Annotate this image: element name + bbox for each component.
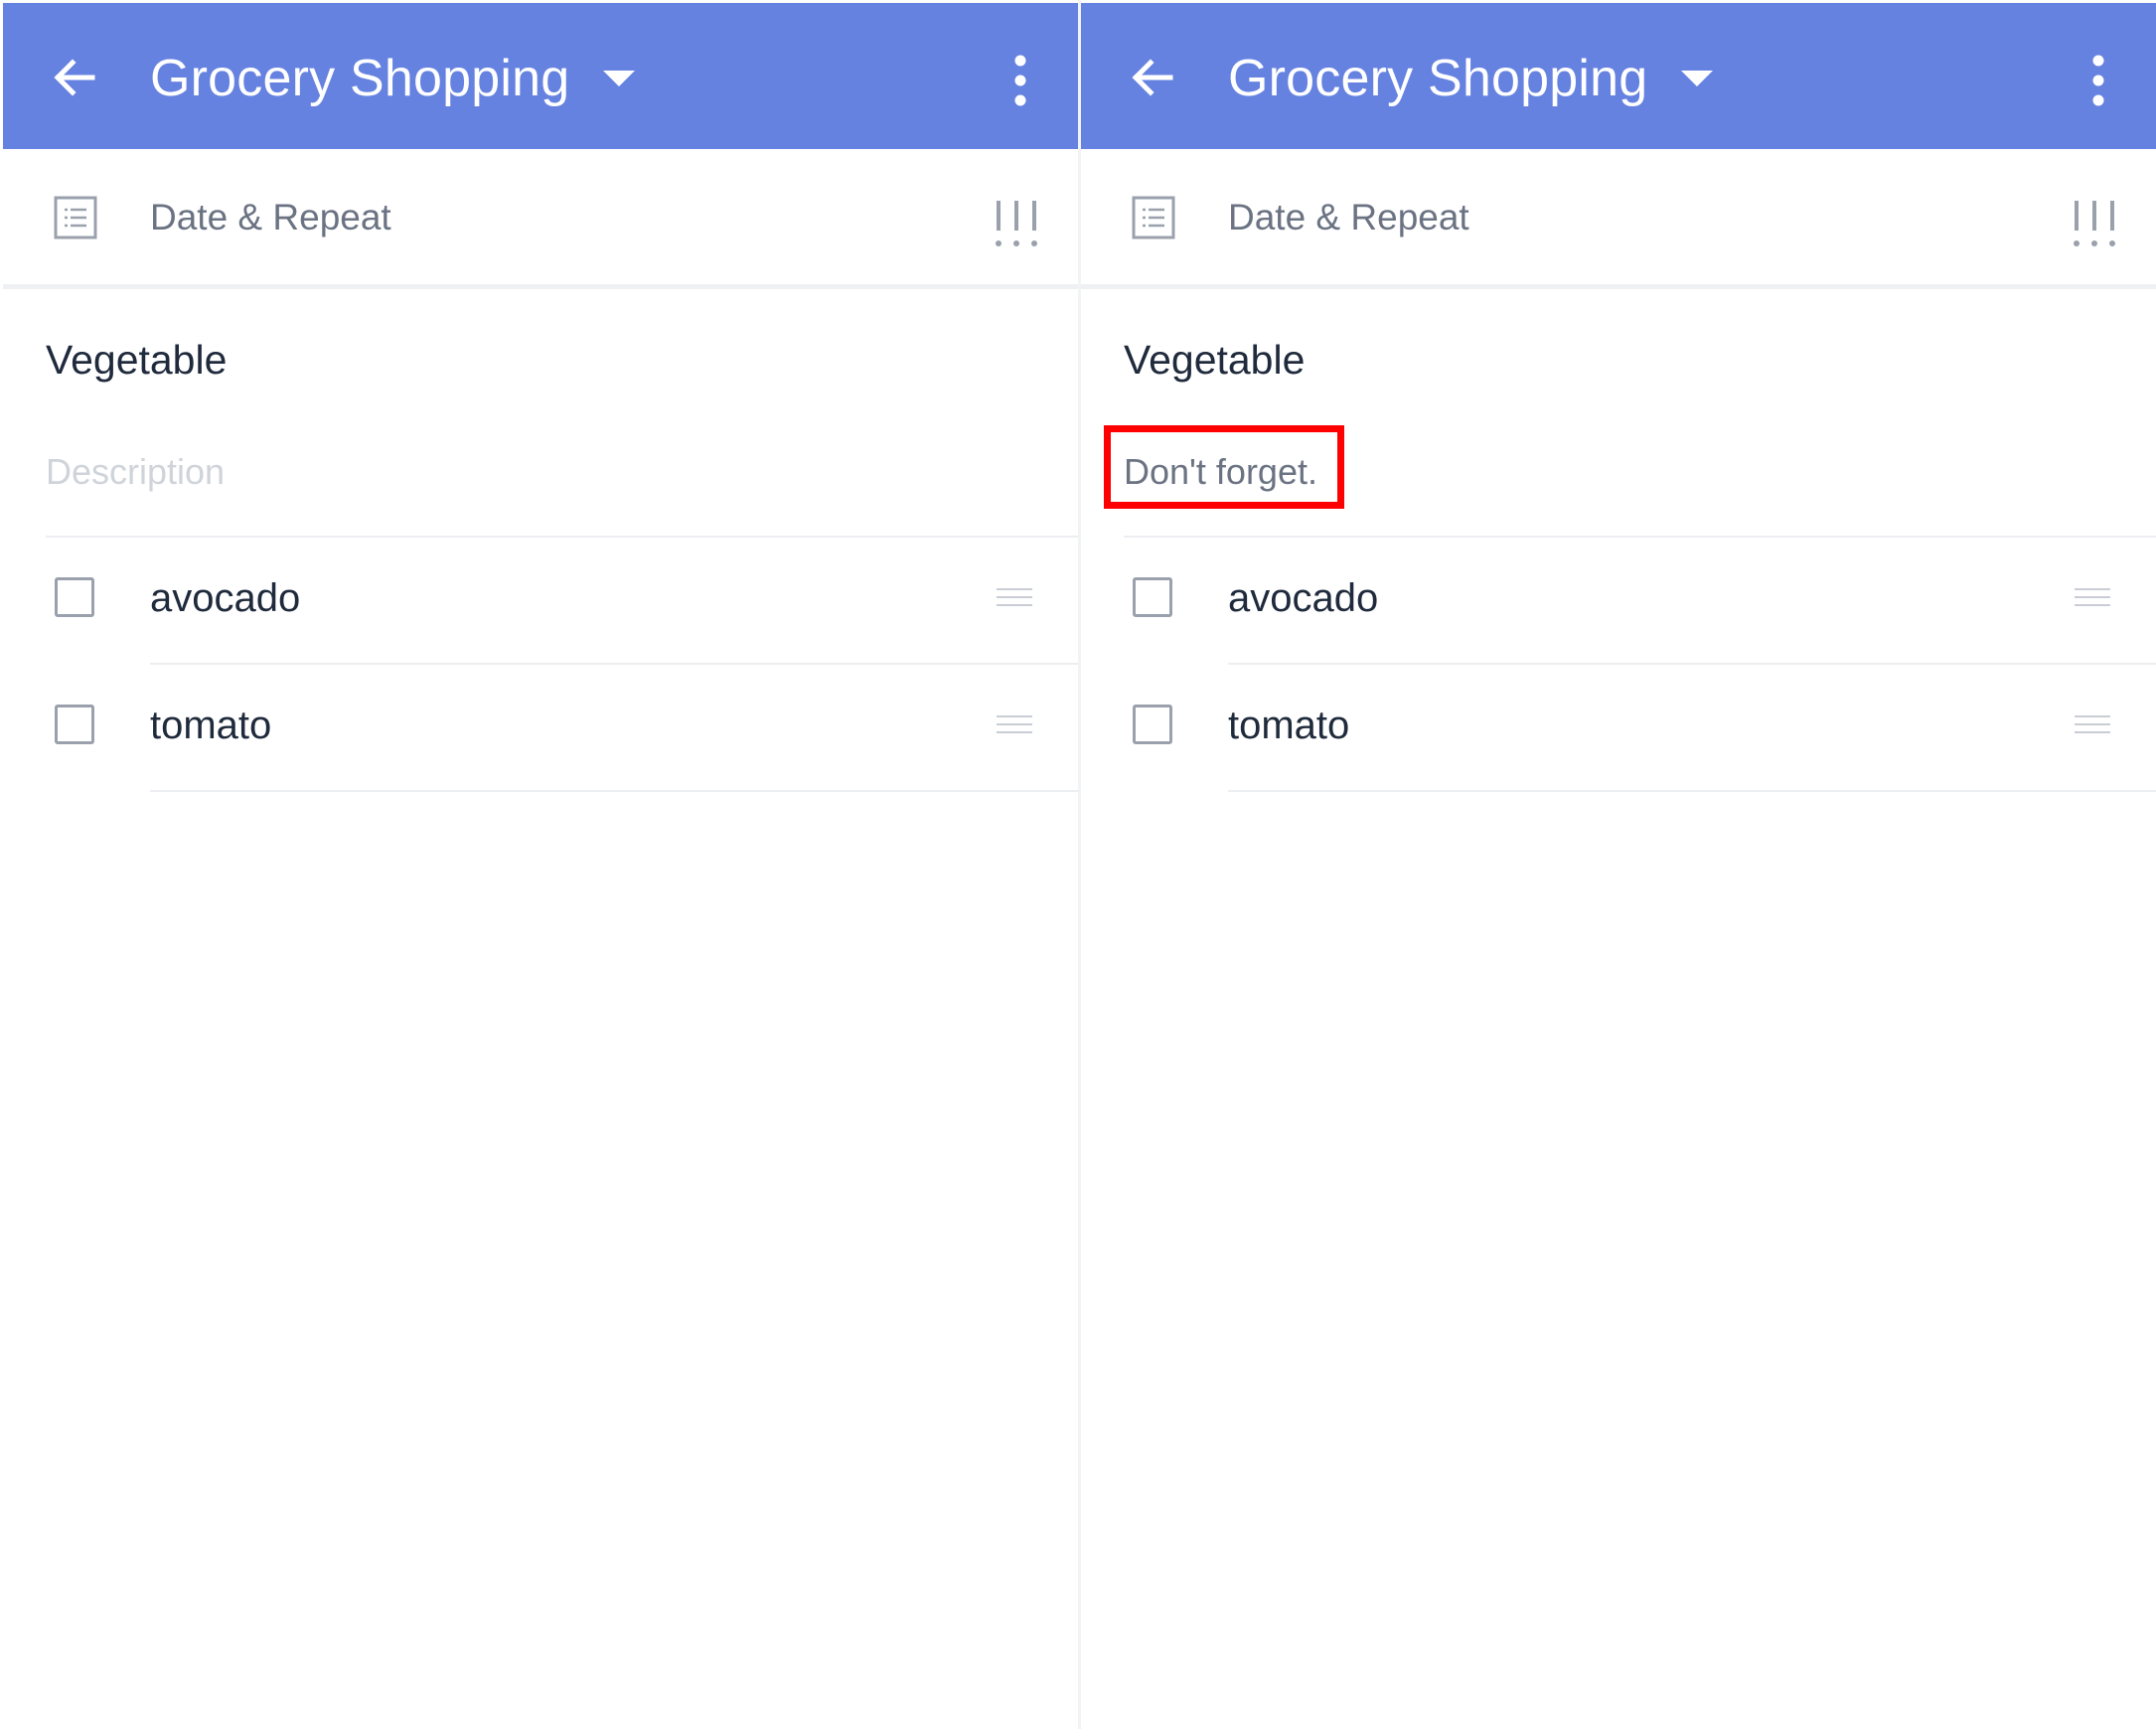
item-label[interactable]: tomato: [150, 701, 271, 750]
comparison-screenshot: Grocery Shopping Date & Repeat Vegetable…: [0, 0, 2156, 1729]
notes-icon: [1132, 196, 1175, 239]
app-bar: Grocery Shopping: [1081, 3, 2156, 149]
divider: [3, 284, 1078, 289]
divider: [1081, 284, 2156, 289]
caret-down-icon[interactable]: [1673, 61, 1721, 96]
notes-icon: [54, 196, 97, 239]
list-item[interactable]: avocado: [3, 538, 1078, 665]
right-panel: Grocery Shopping Date & Repeat Vegetable…: [1081, 0, 2156, 1729]
drag-handle-icon[interactable]: [995, 585, 1034, 609]
date-repeat-label: Date & Repeat: [1228, 197, 1469, 237]
drag-handle-icon[interactable]: [2073, 712, 2112, 736]
divider: [150, 790, 1078, 792]
date-repeat-label: Date & Repeat: [150, 197, 391, 237]
item-label[interactable]: tomato: [1228, 701, 1349, 750]
divider: [1228, 790, 2156, 792]
item-checkbox[interactable]: [1133, 577, 1172, 617]
priority-icon[interactable]: [993, 199, 1040, 250]
app-bar: Grocery Shopping: [3, 3, 1078, 149]
date-repeat-row[interactable]: Date & Repeat: [3, 149, 1078, 284]
caret-down-icon[interactable]: [595, 61, 643, 96]
list-item[interactable]: avocado: [1081, 538, 2156, 665]
list-item[interactable]: tomato: [1081, 665, 2156, 792]
left-panel: Grocery Shopping Date & Repeat Vegetable…: [3, 0, 1078, 1729]
drag-handle-icon[interactable]: [995, 712, 1034, 736]
list-selector-title[interactable]: Grocery Shopping: [150, 47, 569, 110]
item-label[interactable]: avocado: [150, 573, 300, 623]
item-checkbox[interactable]: [55, 705, 94, 744]
item-label[interactable]: avocado: [1228, 573, 1378, 623]
drag-handle-icon[interactable]: [2073, 585, 2112, 609]
priority-icon[interactable]: [2071, 199, 2118, 250]
more-vertical-icon[interactable]: [2075, 51, 2122, 110]
list-selector-title[interactable]: Grocery Shopping: [1228, 47, 1647, 110]
highlight-box: [1104, 425, 1344, 509]
list-title[interactable]: Vegetable: [1124, 334, 1305, 386]
list-title[interactable]: Vegetable: [46, 334, 227, 386]
item-checkbox[interactable]: [55, 577, 94, 617]
list-item[interactable]: tomato: [3, 665, 1078, 792]
back-arrow-icon[interactable]: [1121, 46, 1184, 109]
item-checkbox[interactable]: [1133, 705, 1172, 744]
back-arrow-icon[interactable]: [43, 46, 106, 109]
date-repeat-row[interactable]: Date & Repeat: [1081, 149, 2156, 284]
more-vertical-icon[interactable]: [997, 51, 1044, 110]
description-field[interactable]: Description: [46, 449, 225, 495]
